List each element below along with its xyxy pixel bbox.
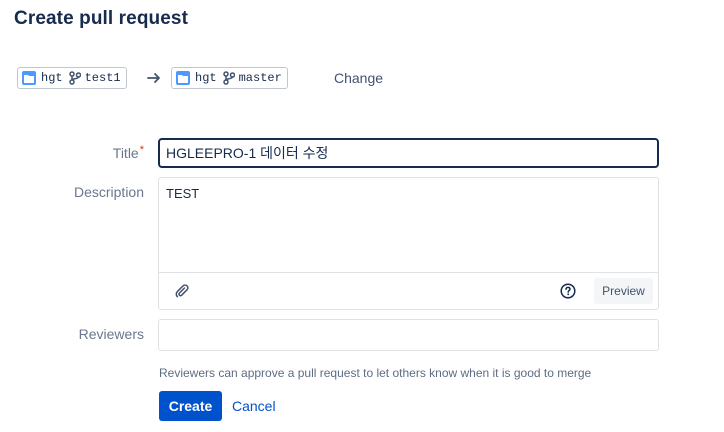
destination-repo-name: hgt <box>195 71 217 85</box>
help-icon[interactable] <box>560 283 576 304</box>
branch-icon <box>68 71 81 85</box>
branch-icon <box>222 71 235 85</box>
source-repo-name: hgt <box>41 71 63 85</box>
reviewers-input[interactable] <box>158 319 659 351</box>
reviewers-helper-text: Reviewers can approve a pull request to … <box>159 366 592 380</box>
description-editor: TEST Preview <box>158 177 659 310</box>
required-mark: * <box>139 144 144 156</box>
destination-branch-chip: hgt master <box>171 67 288 89</box>
arrow-right-icon <box>146 68 162 88</box>
title-label-text: Title <box>112 145 139 161</box>
change-branches-link[interactable]: Change <box>334 70 383 86</box>
source-branch-name: test1 <box>84 71 121 85</box>
source-branch-chip: hgt test1 <box>17 67 127 89</box>
title-input[interactable] <box>158 138 659 168</box>
repo-icon <box>176 71 190 85</box>
paperclip-icon[interactable] <box>175 284 189 303</box>
repo-icon <box>22 71 36 85</box>
create-button[interactable]: Create <box>159 391 222 421</box>
destination-branch-name: master <box>238 71 282 85</box>
reviewers-label: Reviewers <box>78 326 144 342</box>
preview-button[interactable]: Preview <box>594 278 653 304</box>
description-toolbar: Preview <box>159 272 658 309</box>
description-label: Description <box>73 184 144 200</box>
description-textarea[interactable]: TEST <box>166 186 651 271</box>
page-title: Create pull request <box>14 8 189 29</box>
cancel-link[interactable]: Cancel <box>232 398 276 414</box>
title-label: Title* <box>112 144 144 161</box>
